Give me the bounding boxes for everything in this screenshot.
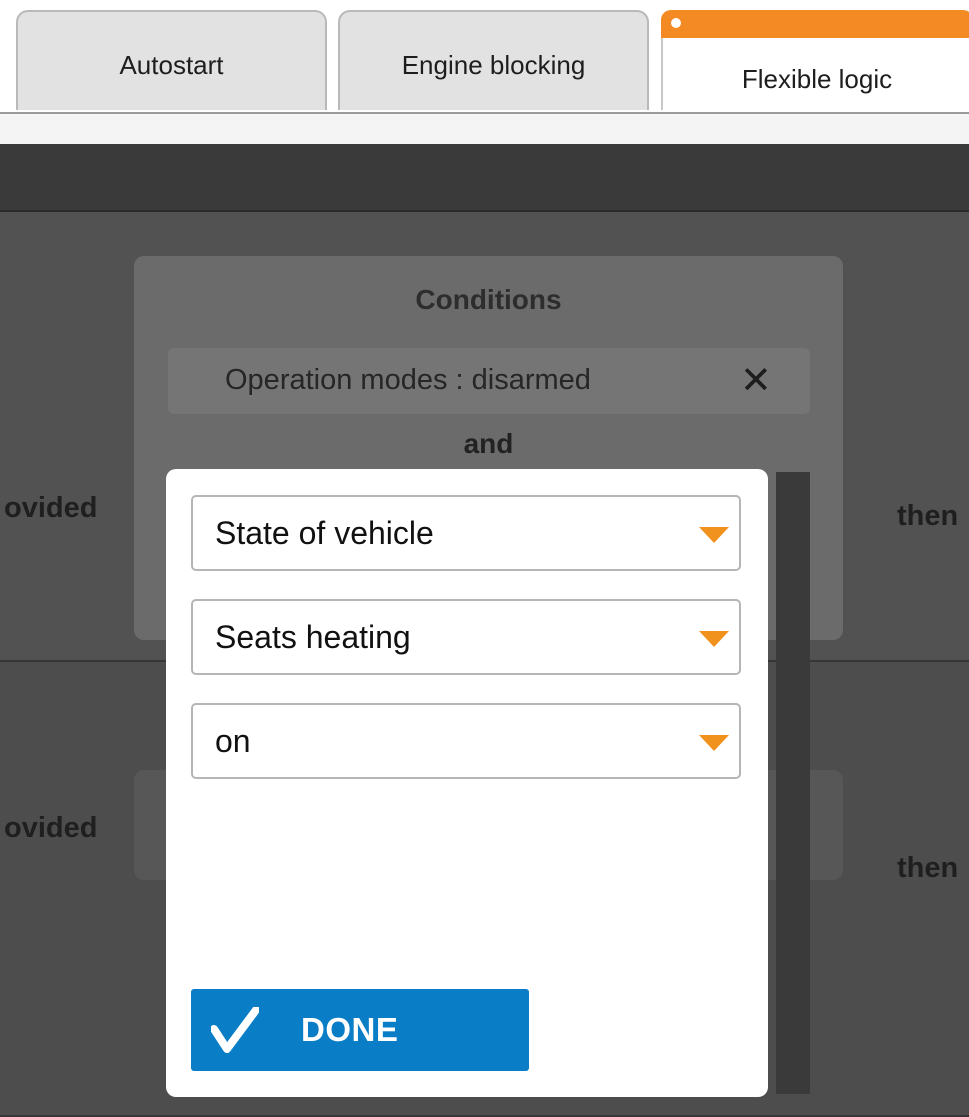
- tab-label: Flexible logic: [741, 64, 893, 94]
- condition-connector: and: [463, 428, 514, 459]
- condition-item[interactable]: Operation modes : disarmed ✕: [168, 348, 810, 414]
- tab-dot-icon: [671, 18, 681, 28]
- chevron-down-icon: [699, 527, 729, 543]
- tab-autostart[interactable]: Autostart: [16, 10, 327, 110]
- conditions-title: Conditions: [415, 284, 562, 315]
- select-value: Seats heating: [215, 619, 411, 655]
- then-label: then: [897, 500, 959, 532]
- provided-label: ovided: [4, 492, 98, 524]
- tab-label: Autostart: [119, 50, 224, 80]
- content-toolbar: [0, 144, 969, 212]
- parameter-select[interactable]: Seats heating: [191, 599, 741, 675]
- tab-active-indicator: [661, 10, 969, 38]
- done-button-label: DONE: [301, 1011, 399, 1048]
- parameter-category-select[interactable]: State of vehicle: [191, 495, 741, 571]
- chevron-down-icon: [699, 735, 729, 751]
- tab-bar: Autostart Engine blocking Flexible logic: [0, 0, 969, 112]
- chevron-down-icon: [699, 631, 729, 647]
- tab-engine-blocking[interactable]: Engine blocking: [338, 10, 649, 110]
- select-value: on: [215, 723, 251, 759]
- checkmark-icon: [211, 1007, 259, 1053]
- done-button[interactable]: DONE: [191, 989, 529, 1071]
- sub-bar: [0, 112, 969, 144]
- parameter-value-select[interactable]: on: [191, 703, 741, 779]
- select-value: State of vehicle: [215, 515, 434, 551]
- tab-label: Engine blocking: [401, 50, 586, 80]
- close-icon[interactable]: ✕: [740, 358, 772, 403]
- then-label: then: [897, 852, 959, 884]
- condition-text: Operation modes : disarmed: [225, 364, 591, 396]
- tab-flexible-logic[interactable]: Flexible logic: [661, 10, 969, 110]
- condition-editor-dialog: State of vehicle Seats heating on DONE: [166, 469, 768, 1097]
- provided-label: ovided: [4, 812, 98, 844]
- scrollbar[interactable]: [776, 472, 810, 1094]
